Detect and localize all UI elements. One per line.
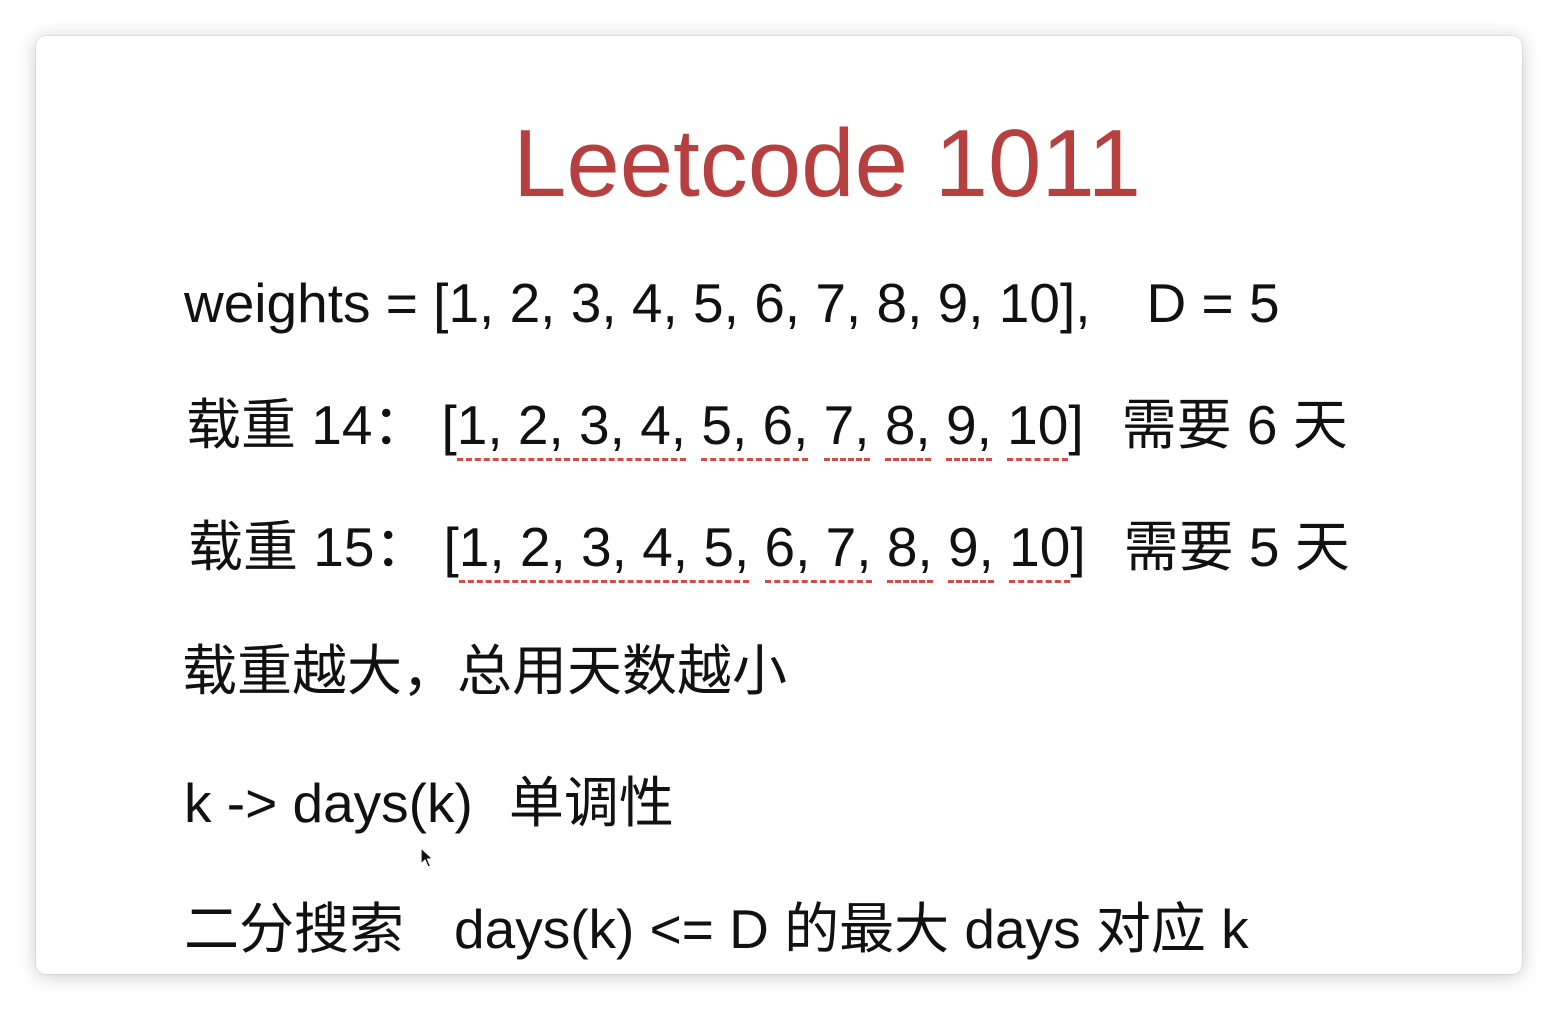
page: Leetcode 1011 weights = [1, 2, 3, 4, 5, … bbox=[0, 0, 1558, 1010]
group-2: 5, 6, bbox=[701, 394, 809, 461]
close-bracket: ] bbox=[1070, 516, 1086, 578]
binary-search-line: 二分搜索 days(k) <= D 的最大 days 对应 k bbox=[184, 902, 1249, 957]
binary-search-condition: days(k) <= D 的最大 days 对应 k bbox=[454, 898, 1249, 960]
open-bracket: [ bbox=[443, 516, 459, 578]
group-3: 8, bbox=[886, 516, 933, 583]
days-needed-6: 需要 6 天 bbox=[1121, 394, 1348, 456]
days-needed-5: 需要 5 天 bbox=[1123, 516, 1350, 578]
group-5: 9, bbox=[945, 394, 992, 461]
group-1: 1, 2, 3, 4, 5, bbox=[458, 516, 750, 583]
binary-search-label: 二分搜索 bbox=[184, 898, 405, 960]
slide-title: Leetcode 1011 bbox=[512, 110, 1142, 217]
capacity-15-label: 载重 15： bbox=[188, 516, 430, 578]
capacity-14-line: 载重 14： [1, 2, 3, 4, 5, 6, 7, 8, 9, 10] 需要 … bbox=[186, 394, 1348, 461]
group-6: 10 bbox=[1007, 394, 1069, 461]
monotonic-line: k -> days(k) 单调性 bbox=[184, 776, 674, 831]
group-4: 8, bbox=[884, 394, 931, 461]
close-bracket: ] bbox=[1068, 394, 1084, 456]
open-bracket: [ bbox=[441, 394, 457, 456]
monotonic-statement: 载重越大，总用天数越小 bbox=[182, 640, 788, 702]
group-4: 9, bbox=[947, 516, 994, 583]
group-1: 1, 2, 3, 4, bbox=[456, 394, 687, 461]
days-limit: D = 5 bbox=[1146, 272, 1280, 334]
capacity-15-line: 载重 15： [1, 2, 3, 4, 5, 6, 7, 8, 9, 10] 需要 … bbox=[188, 516, 1350, 583]
capacity-14-label: 载重 14： bbox=[186, 394, 428, 456]
mouse-pointer-icon bbox=[420, 847, 434, 868]
slide: Leetcode 1011 weights = [1, 2, 3, 4, 5, … bbox=[36, 36, 1522, 974]
group-2: 6, 7, bbox=[764, 516, 872, 583]
monotonic-label: 单调性 bbox=[508, 772, 674, 834]
group-5: 10 bbox=[1009, 516, 1071, 583]
days-function: k -> days(k) bbox=[184, 772, 473, 834]
weights-line: weights = [1, 2, 3, 4, 5, 6, 7, 8, 9, 10… bbox=[184, 276, 1280, 331]
group-3: 7, bbox=[823, 394, 870, 461]
weights-array: weights = [1, 2, 3, 4, 5, 6, 7, 8, 9, 10… bbox=[184, 272, 1091, 334]
